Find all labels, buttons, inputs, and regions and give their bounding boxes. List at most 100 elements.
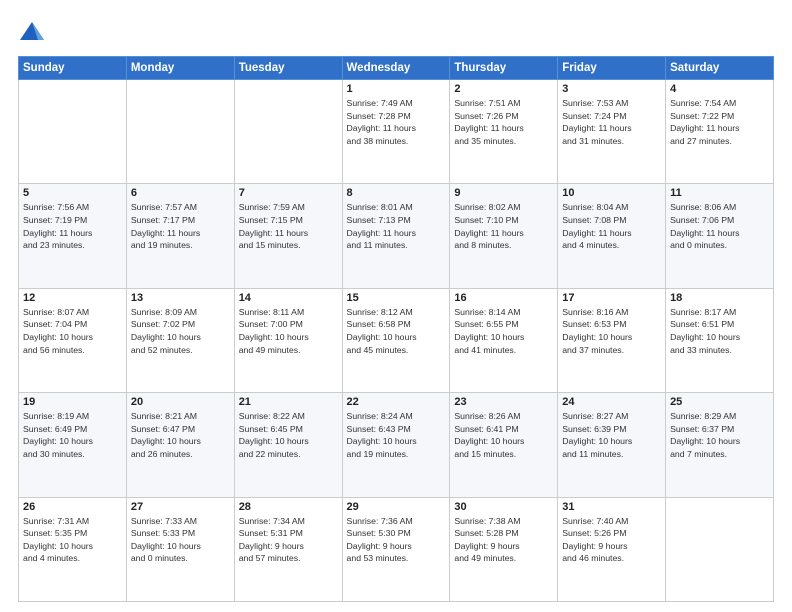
calendar-cell: 5 Sunrise: 7:56 AM Sunset: 7:19 PM Daylig… (19, 184, 127, 288)
day-number: 26 (23, 501, 122, 513)
day-number: 5 (23, 187, 122, 199)
calendar-cell: 3 Sunrise: 7:53 AM Sunset: 7:24 PM Daylig… (558, 80, 666, 184)
day-info: Sunrise: 8:07 AM Sunset: 7:04 PM Dayligh… (23, 306, 122, 356)
day-info: Sunrise: 8:29 AM Sunset: 6:37 PM Dayligh… (670, 410, 769, 460)
day-info: Sunrise: 7:31 AM Sunset: 5:35 PM Dayligh… (23, 515, 122, 565)
calendar-cell: 15 Sunrise: 8:12 AM Sunset: 6:58 PM Dayli… (342, 288, 450, 392)
day-number: 18 (670, 292, 769, 304)
calendar-cell: 1Sunrise: 7:49 AM Sunset: 7:28 PM Daylig… (342, 80, 450, 184)
day-number: 15 (347, 292, 446, 304)
day-info: Sunrise: 8:24 AM Sunset: 6:43 PM Dayligh… (347, 410, 446, 460)
weekday-header-saturday: Saturday (666, 57, 774, 80)
calendar-cell: 24 Sunrise: 8:27 AM Sunset: 6:39 PM Dayli… (558, 393, 666, 497)
calendar-cell: 23 Sunrise: 8:26 AM Sunset: 6:41 PM Dayli… (450, 393, 558, 497)
calendar-cell: 16 Sunrise: 8:14 AM Sunset: 6:55 PM Dayli… (450, 288, 558, 392)
day-number: 7 (239, 187, 338, 199)
day-number: 28 (239, 501, 338, 513)
day-number: 16 (454, 292, 553, 304)
weekday-header-monday: Monday (126, 57, 234, 80)
calendar-cell: 4 Sunrise: 7:54 AM Sunset: 7:22 PM Daylig… (666, 80, 774, 184)
day-info: Sunrise: 8:16 AM Sunset: 6:53 PM Dayligh… (562, 306, 661, 356)
day-info: Sunrise: 7:57 AM Sunset: 7:17 PM Dayligh… (131, 201, 230, 251)
calendar-cell: 20 Sunrise: 8:21 AM Sunset: 6:47 PM Dayli… (126, 393, 234, 497)
day-number: 30 (454, 501, 553, 513)
day-info: Sunrise: 7:54 AM Sunset: 7:22 PM Dayligh… (670, 97, 769, 147)
day-info: Sunrise: 7:56 AM Sunset: 7:19 PM Dayligh… (23, 201, 122, 251)
calendar-cell: 28 Sunrise: 7:34 AM Sunset: 5:31 PM Dayli… (234, 497, 342, 601)
day-info: Sunrise: 7:40 AM Sunset: 5:26 PM Dayligh… (562, 515, 661, 565)
day-info: Sunrise: 7:53 AM Sunset: 7:24 PM Dayligh… (562, 97, 661, 147)
calendar-cell: 21 Sunrise: 8:22 AM Sunset: 6:45 PM Dayli… (234, 393, 342, 497)
day-info: Sunrise: 8:14 AM Sunset: 6:55 PM Dayligh… (454, 306, 553, 356)
day-number: 3 (562, 83, 661, 95)
day-number: 11 (670, 187, 769, 199)
calendar-cell: 10Sunrise: 8:04 AM Sunset: 7:08 PM Dayli… (558, 184, 666, 288)
calendar-cell: 22 Sunrise: 8:24 AM Sunset: 6:43 PM Dayli… (342, 393, 450, 497)
day-number: 4 (670, 83, 769, 95)
day-info: Sunrise: 8:01 AM Sunset: 7:13 PM Dayligh… (347, 201, 446, 251)
day-number: 13 (131, 292, 230, 304)
calendar-cell: 27 Sunrise: 7:33 AM Sunset: 5:33 PM Dayli… (126, 497, 234, 601)
calendar-week-row: 5 Sunrise: 7:56 AM Sunset: 7:19 PM Daylig… (19, 184, 774, 288)
calendar-week-row: 1Sunrise: 7:49 AM Sunset: 7:28 PM Daylig… (19, 80, 774, 184)
weekday-header-wednesday: Wednesday (342, 57, 450, 80)
calendar-cell (126, 80, 234, 184)
calendar-week-row: 26 Sunrise: 7:31 AM Sunset: 5:35 PM Dayli… (19, 497, 774, 601)
day-number: 23 (454, 396, 553, 408)
day-info: Sunrise: 7:38 AM Sunset: 5:28 PM Dayligh… (454, 515, 553, 565)
day-number: 27 (131, 501, 230, 513)
day-info: Sunrise: 8:27 AM Sunset: 6:39 PM Dayligh… (562, 410, 661, 460)
day-number: 19 (23, 396, 122, 408)
calendar-cell: 30 Sunrise: 7:38 AM Sunset: 5:28 PM Dayli… (450, 497, 558, 601)
calendar-cell (234, 80, 342, 184)
day-info: Sunrise: 8:09 AM Sunset: 7:02 PM Dayligh… (131, 306, 230, 356)
calendar-cell: 19Sunrise: 8:19 AM Sunset: 6:49 PM Dayli… (19, 393, 127, 497)
calendar-cell: 14 Sunrise: 8:11 AM Sunset: 7:00 PM Dayli… (234, 288, 342, 392)
day-number: 12 (23, 292, 122, 304)
weekday-header-tuesday: Tuesday (234, 57, 342, 80)
header (18, 18, 774, 46)
day-number: 21 (239, 396, 338, 408)
day-number: 10 (562, 187, 661, 199)
day-info: Sunrise: 8:21 AM Sunset: 6:47 PM Dayligh… (131, 410, 230, 460)
day-info: Sunrise: 7:34 AM Sunset: 5:31 PM Dayligh… (239, 515, 338, 565)
calendar-cell: 9Sunrise: 8:02 AM Sunset: 7:10 PM Daylig… (450, 184, 558, 288)
day-number: 6 (131, 187, 230, 199)
day-info: Sunrise: 8:12 AM Sunset: 6:58 PM Dayligh… (347, 306, 446, 356)
day-number: 2 (454, 83, 553, 95)
day-number: 29 (347, 501, 446, 513)
day-number: 25 (670, 396, 769, 408)
calendar-cell: 31Sunrise: 7:40 AM Sunset: 5:26 PM Dayli… (558, 497, 666, 601)
day-number: 14 (239, 292, 338, 304)
calendar-cell: 11 Sunrise: 8:06 AM Sunset: 7:06 PM Dayli… (666, 184, 774, 288)
day-info: Sunrise: 7:59 AM Sunset: 7:15 PM Dayligh… (239, 201, 338, 251)
day-info: Sunrise: 8:06 AM Sunset: 7:06 PM Dayligh… (670, 201, 769, 251)
day-number: 24 (562, 396, 661, 408)
calendar-week-row: 19Sunrise: 8:19 AM Sunset: 6:49 PM Dayli… (19, 393, 774, 497)
weekday-header-friday: Friday (558, 57, 666, 80)
calendar-cell (666, 497, 774, 601)
calendar-cell: 25 Sunrise: 8:29 AM Sunset: 6:37 PM Dayli… (666, 393, 774, 497)
day-number: 1 (347, 83, 446, 95)
day-info: Sunrise: 8:02 AM Sunset: 7:10 PM Dayligh… (454, 201, 553, 251)
calendar-cell: 17 Sunrise: 8:16 AM Sunset: 6:53 PM Dayli… (558, 288, 666, 392)
calendar-cell: 12 Sunrise: 8:07 AM Sunset: 7:04 PM Dayli… (19, 288, 127, 392)
calendar-table: SundayMondayTuesdayWednesdayThursdayFrid… (18, 56, 774, 602)
day-info: Sunrise: 7:51 AM Sunset: 7:26 PM Dayligh… (454, 97, 553, 147)
weekday-header-thursday: Thursday (450, 57, 558, 80)
day-info: Sunrise: 8:17 AM Sunset: 6:51 PM Dayligh… (670, 306, 769, 356)
day-number: 22 (347, 396, 446, 408)
calendar-cell (19, 80, 127, 184)
calendar-cell: 18 Sunrise: 8:17 AM Sunset: 6:51 PM Dayli… (666, 288, 774, 392)
day-info: Sunrise: 8:11 AM Sunset: 7:00 PM Dayligh… (239, 306, 338, 356)
day-number: 20 (131, 396, 230, 408)
day-info: Sunrise: 7:33 AM Sunset: 5:33 PM Dayligh… (131, 515, 230, 565)
day-info: Sunrise: 8:26 AM Sunset: 6:41 PM Dayligh… (454, 410, 553, 460)
calendar-cell: 7 Sunrise: 7:59 AM Sunset: 7:15 PM Daylig… (234, 184, 342, 288)
day-number: 17 (562, 292, 661, 304)
weekday-header-row: SundayMondayTuesdayWednesdayThursdayFrid… (19, 57, 774, 80)
day-info: Sunrise: 8:22 AM Sunset: 6:45 PM Dayligh… (239, 410, 338, 460)
calendar-cell: 29Sunrise: 7:36 AM Sunset: 5:30 PM Dayli… (342, 497, 450, 601)
calendar-cell: 8Sunrise: 8:01 AM Sunset: 7:13 PM Daylig… (342, 184, 450, 288)
calendar-cell: 2 Sunrise: 7:51 AM Sunset: 7:26 PM Daylig… (450, 80, 558, 184)
